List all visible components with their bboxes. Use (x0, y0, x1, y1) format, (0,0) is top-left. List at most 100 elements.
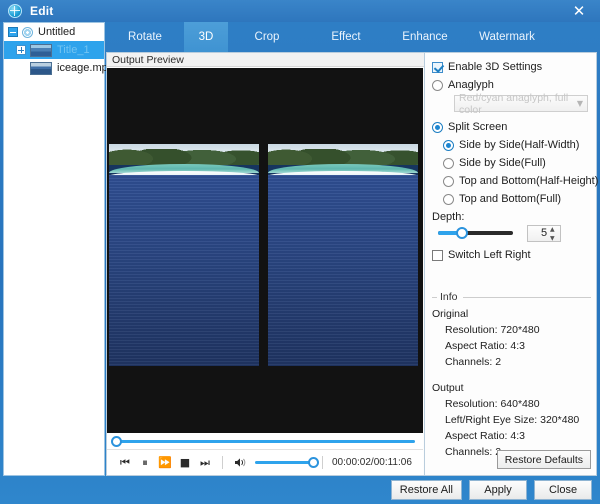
globe-icon (8, 4, 22, 18)
enable-3d-label: Enable 3D Settings (448, 61, 543, 73)
split-option-sbs-full-radio[interactable] (443, 157, 454, 169)
anaglyph-mode-value: Red/cyan anaglyph, full color (459, 91, 569, 116)
close-icon[interactable]: ✕ (564, 0, 594, 22)
sea-region (268, 175, 418, 366)
title-thumbnail-icon (30, 43, 52, 57)
restore-defaults-button[interactable]: Restore Defaults (496, 450, 591, 469)
anaglyph-radio[interactable] (432, 79, 443, 91)
tree-item-iceage[interactable]: iceage.mp4 (4, 59, 114, 77)
volume-handle[interactable] (308, 457, 319, 468)
window-title: Edit (30, 4, 54, 18)
split-option-sbs-full-row[interactable]: Side by Side(Full) (443, 155, 589, 171)
tab-watermark[interactable]: Watermark (464, 22, 550, 52)
editor-tabs[interactable]: Rotate 3D Crop Effect Enhance Watermark (106, 22, 597, 52)
split-option-tb-half-row[interactable]: Top and Bottom(Half-Height) (443, 173, 598, 189)
treeline-region (268, 149, 418, 165)
transport-divider-1 (222, 456, 223, 469)
info-output-resolution: Resolution: 640*480 (445, 398, 540, 410)
volume-track[interactable] (255, 457, 319, 468)
enable-3d-checkbox[interactable] (432, 61, 443, 73)
info-original-heading: Original (432, 308, 469, 320)
preview-pane: Output Preview ⏮ ⏸ ⏩ ■ ⏭ 00:00:02/00:11:… (106, 52, 424, 476)
video-thumbnail-icon (30, 61, 52, 75)
seek-bar[interactable] (107, 433, 423, 450)
info-original-channels: Channels: 2 (445, 356, 502, 368)
collapse-icon[interactable] (8, 27, 18, 37)
anaglyph-mode-select[interactable]: Red/cyan anaglyph, full color ▼ (454, 92, 588, 116)
split-option-label: Top and Bottom(Half-Height) (459, 175, 599, 187)
stepper-up-icon[interactable]: ▲ (550, 226, 557, 233)
apply-button[interactable]: Apply (469, 480, 527, 500)
depth-value: 5 (540, 227, 548, 239)
split-screen-radio[interactable] (432, 121, 443, 133)
tree-indent-spacer (16, 63, 26, 73)
info-group: Info Original Resolution: 720*480 Aspect… (432, 291, 591, 458)
chevron-down-icon: ▼ (576, 99, 583, 108)
info-output-aspect-ratio: Aspect Ratio: 4:3 (445, 430, 525, 442)
switch-left-right-row[interactable]: Switch Left Right (432, 247, 589, 263)
legend-lead-rule (432, 296, 437, 298)
info-output-eye-size: Left/Right Eye Size: 320*480 (445, 414, 580, 426)
split-screen-row[interactable]: Split Screen (432, 119, 589, 135)
stepper-arrows[interactable]: ▲ ▼ (550, 226, 557, 242)
split-option-tb-half-radio[interactable] (443, 175, 454, 187)
stop-icon[interactable]: ■ (175, 453, 195, 473)
settings-pane: Enable 3D Settings Anaglyph Red/cyan ana… (424, 52, 598, 476)
tree-item-title-1[interactable]: Title_1 (4, 41, 104, 59)
fast-forward-icon[interactable]: ⏩ (155, 453, 175, 473)
treeline-region (109, 149, 259, 165)
transport-controls[interactable]: ⏮ ⏸ ⏩ ■ ⏭ 00:00:02/00:11:06 (107, 450, 423, 475)
switch-left-right-checkbox[interactable] (432, 249, 443, 261)
preview-header-label: Output Preview (107, 53, 424, 67)
sea-region (109, 175, 259, 366)
right-eye-frame (268, 144, 418, 366)
restore-all-button[interactable]: Restore All (390, 480, 462, 500)
pause-icon[interactable]: ⏸ (135, 453, 155, 473)
split-option-tb-full-row[interactable]: Top and Bottom(Full) (443, 191, 589, 207)
tab-effect[interactable]: Effect (306, 22, 386, 52)
close-button[interactable]: Close (534, 480, 592, 500)
split-option-sbs-half-radio[interactable] (443, 139, 454, 151)
tab-3d[interactable]: 3D (184, 22, 228, 52)
depth-stepper[interactable]: 5 ▲ ▼ (527, 224, 561, 242)
split-option-sbs-half-row[interactable]: Side by Side(Half-Width) (443, 137, 589, 153)
edit-dialog: Edit ✕ Untitled Title_1 iceage.mp4 Rotat… (0, 0, 600, 504)
disc-icon (22, 26, 33, 38)
enable-3d-row[interactable]: Enable 3D Settings (432, 59, 589, 75)
tab-crop[interactable]: Crop (228, 22, 306, 52)
depth-slider-handle[interactable] (456, 227, 468, 239)
info-output-heading: Output (432, 382, 464, 394)
next-icon[interactable]: ⏭ (195, 453, 215, 473)
transport-divider-2 (322, 456, 323, 469)
tab-rotate[interactable]: Rotate (106, 22, 184, 52)
previous-icon[interactable]: ⏮ (115, 453, 135, 473)
project-tree[interactable]: Untitled Title_1 iceage.mp4 (3, 22, 114, 476)
left-eye-frame (109, 144, 259, 366)
tab-enhance[interactable]: Enhance (386, 22, 464, 52)
switch-left-right-label: Switch Left Right (448, 249, 531, 261)
timecode-display: 00:00:02/00:11:06 (332, 457, 412, 468)
info-legend-label: Info (440, 291, 458, 303)
split-option-tb-full-radio[interactable] (443, 193, 454, 205)
tree-item-label: Untitled (38, 26, 76, 38)
expand-icon[interactable] (16, 45, 26, 55)
video-stage[interactable] (107, 68, 423, 439)
info-original-aspect-ratio: Aspect Ratio: 4:3 (445, 340, 525, 352)
tree-item-label: Title_1 (57, 44, 90, 56)
seek-handle[interactable] (111, 435, 122, 447)
depth-row[interactable]: 5 ▲ ▼ (432, 224, 589, 242)
info-original-resolution: Resolution: 720*480 (445, 324, 540, 336)
title-bar: Edit ✕ (0, 0, 600, 22)
info-legend: Info (432, 291, 591, 303)
split-option-label: Side by Side(Full) (459, 157, 546, 169)
depth-label: Depth: (432, 211, 465, 223)
legend-rule (462, 296, 591, 298)
speaker-icon[interactable] (230, 453, 250, 473)
anaglyph-label: Anaglyph (448, 79, 494, 91)
stepper-down-icon[interactable]: ▼ (550, 235, 557, 242)
split-screen-label: Split Screen (448, 121, 508, 133)
split-option-label: Side by Side(Half-Width) (459, 139, 580, 151)
depth-slider[interactable] (438, 227, 513, 239)
seek-track[interactable] (111, 435, 415, 447)
tree-item-untitled[interactable]: Untitled (4, 23, 104, 41)
